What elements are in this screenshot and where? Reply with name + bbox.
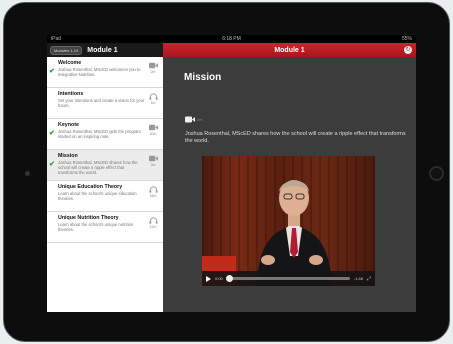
video-camera-icon: [148, 62, 158, 69]
lesson-item-duration: 20m: [149, 132, 157, 136]
scrubber[interactable]: [226, 275, 350, 282]
checkmark-icon: ✔: [49, 68, 55, 75]
checkmark-icon: ✔: [49, 161, 55, 168]
lesson-item-description: Joshua Rosenthal, MScED shares how the s…: [58, 160, 138, 175]
modules-back-button[interactable]: Modules 1-10: [50, 45, 83, 55]
video-controls: 0:00 -1:46 ⤢: [202, 271, 375, 286]
app: Modules 1-10 Module 1 ✔ Welcome Joshua Ros…: [47, 43, 416, 312]
lesson-media: 16m: [147, 186, 159, 198]
lesson-item-duration: 12m: [149, 225, 157, 229]
scrubber-handle[interactable]: [226, 275, 234, 282]
lesson-item-title: Unique Nutrition Theory: [58, 215, 119, 221]
headphones-icon: [148, 217, 158, 224]
video-camera-icon: [148, 124, 158, 131]
lesson-item-title: Mission: [58, 153, 78, 159]
lesson-item[interactable]: ✔ Mission Joshua Rosenthal, MScED shares h…: [47, 150, 163, 181]
lesson-media: 1m: [147, 93, 159, 105]
lesson-media: 12m: [147, 217, 159, 229]
battery-label: 55%: [401, 36, 412, 42]
fullscreen-icon[interactable]: ⤢: [367, 276, 371, 282]
sidebar-title: Module 1: [87, 46, 118, 54]
main-header-title: Module 1: [274, 46, 305, 54]
lesson-item-title: Intentions: [58, 91, 84, 97]
lesson-media: 2m: [147, 155, 159, 167]
sidebar-header: Modules 1-10 Module 1: [47, 43, 163, 57]
speaker-image: [202, 180, 332, 286]
lesson-title: Mission: [184, 72, 222, 83]
lesson-sidebar: Modules 1-10 Module 1 ✔ Welcome Joshua Ros…: [47, 43, 163, 312]
lesson-item-description: Joshua Rosenthal, MScED gets the program…: [58, 129, 141, 139]
lesson-item[interactable]: Unique Education Theory Learn about the s…: [47, 181, 163, 212]
carrier-label: iPad: [51, 36, 62, 42]
main-header: Module 1 ↻: [163, 43, 416, 57]
home-button[interactable]: [429, 166, 444, 181]
checkmark-icon: ✔: [49, 130, 55, 137]
status-bar: iPad 6:18 PM 55%: [47, 35, 416, 43]
play-icon[interactable]: [206, 275, 211, 282]
lesson-description: Joshua Rosenthal, MScED shares how the s…: [185, 131, 406, 144]
lesson-item-title: Welcome: [58, 60, 82, 66]
video-camera-icon: [148, 155, 158, 162]
video-player[interactable]: 0:00 -1:46 ⤢: [202, 156, 375, 286]
lesson-item-description: Set your intentions and create a vision …: [58, 98, 145, 108]
clock: 6:18 PM: [222, 36, 241, 42]
lesson-duration: 2m: [197, 117, 203, 122]
lesson-item-duration: 2m: [150, 70, 156, 74]
lesson-item-title: Unique Education Theory: [58, 184, 123, 190]
headphones-icon: [148, 93, 158, 100]
lesson-detail: Module 1 ↻ Mission 2m Joshua Rosenthal, …: [163, 43, 416, 312]
lesson-item-description: Learn about the school's unique nutritio…: [58, 222, 134, 232]
lesson-item[interactable]: Intentions Set your intentions and create…: [47, 88, 163, 119]
remaining-time: -1:46: [353, 276, 363, 281]
lesson-item[interactable]: ✔ Keynote Joshua Rosenthal, MScED gets the…: [47, 119, 163, 150]
elapsed-time: 0:00: [215, 276, 223, 281]
lesson-item[interactable]: ✔ Welcome Joshua Rosenthal, MScED welcomes…: [47, 57, 163, 88]
lesson-list: ✔ Welcome Joshua Rosenthal, MScED welcomes…: [47, 57, 163, 243]
lesson-item-duration: 1m: [150, 101, 156, 105]
lesson-media: 2m: [147, 62, 159, 74]
lesson-item-description: Learn about the school's unique educatio…: [58, 191, 137, 201]
refresh-icon[interactable]: ↻: [404, 46, 412, 54]
lesson-item-duration: 2m: [150, 163, 156, 167]
lesson-item-duration: 16m: [149, 194, 157, 198]
lesson-media: 20m: [147, 124, 159, 136]
video-camera-icon: [185, 116, 195, 123]
screen: iPad 6:18 PM 55% Modules 1-10 Module 1 ✔…: [47, 35, 416, 312]
lesson-item-description: Joshua Rosenthal, MScED welcomes you to …: [58, 67, 141, 77]
lesson-item-title: Keynote: [58, 122, 79, 128]
camera-dot: [25, 171, 30, 176]
lesson-item[interactable]: Unique Nutrition Theory Learn about the s…: [47, 212, 163, 243]
headphones-icon: [148, 186, 158, 193]
